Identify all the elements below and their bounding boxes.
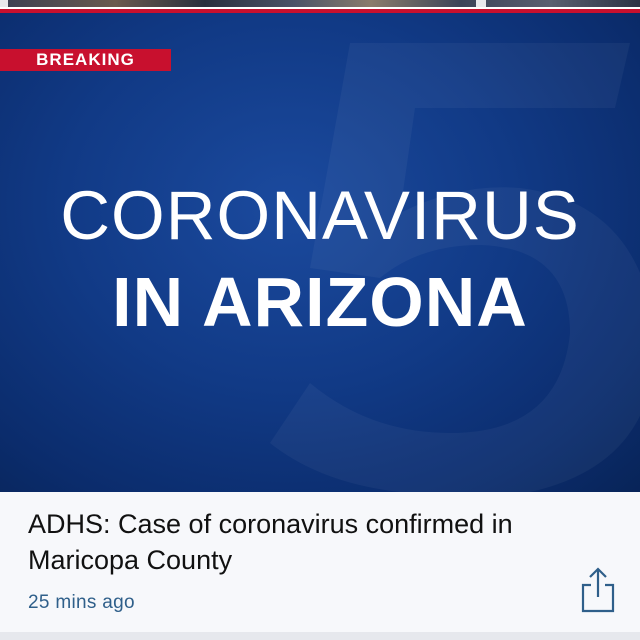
card-separator: [0, 632, 640, 640]
breaking-badge: BREAKING: [0, 49, 171, 71]
share-button[interactable]: [578, 566, 618, 614]
article-title[interactable]: ADHS: Case of coronavirus confirmed in M…: [28, 506, 588, 578]
news-feed: BREAKING CORONAVIRUS IN ARIZONA ADHS: Ca…: [0, 0, 640, 640]
article-card[interactable]: ADHS: Case of coronavirus confirmed in M…: [0, 492, 640, 632]
article-timestamp: 25 mins ago: [28, 592, 135, 613]
share-icon: [581, 567, 615, 613]
previous-story-image[interactable]: [0, 0, 640, 13]
graphic-headline-line2: IN ARIZONA: [112, 263, 528, 341]
graphic-headline-line1: CORONAVIRUS: [60, 177, 580, 254]
story-image[interactable]: BREAKING CORONAVIRUS IN ARIZONA: [0, 13, 640, 492]
